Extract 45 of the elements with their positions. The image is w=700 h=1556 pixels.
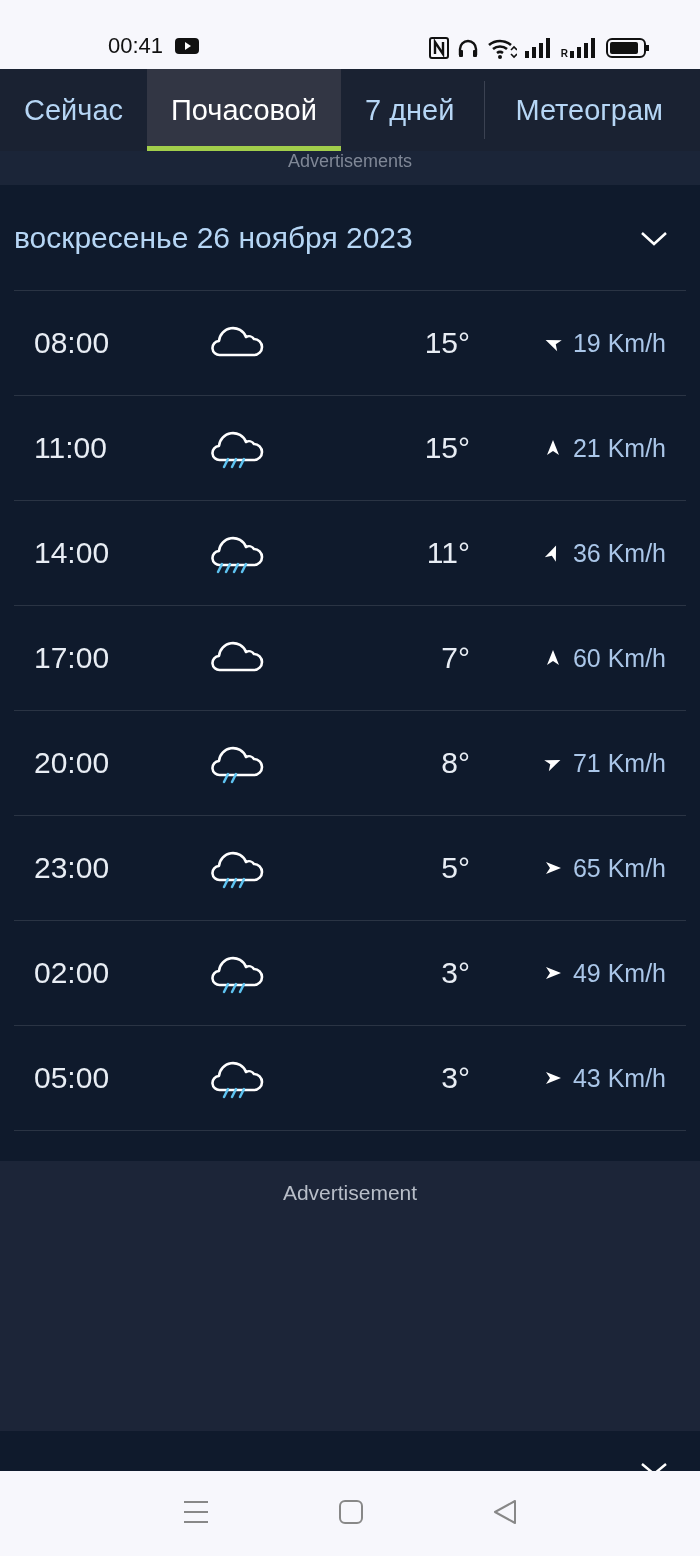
wind-speed: 49 Km/h bbox=[572, 958, 666, 988]
ad-label: Advertisements bbox=[287, 151, 413, 171]
tab[interactable]: Метеограм bbox=[491, 69, 688, 151]
temperature: 15° bbox=[423, 431, 470, 465]
temperature: 5° bbox=[440, 851, 470, 885]
signal-icon bbox=[570, 38, 598, 58]
hour-time: 23:00 bbox=[33, 851, 111, 885]
headphones-icon bbox=[456, 38, 479, 58]
chevron-icon[interactable] bbox=[640, 229, 668, 246]
temperature: 3° bbox=[440, 956, 470, 990]
temperature: 7° bbox=[440, 641, 470, 675]
tab[interactable]: 7 дней bbox=[340, 69, 479, 151]
wind-speed: 60 Km/h bbox=[572, 643, 666, 673]
back-icon[interactable] bbox=[493, 1498, 517, 1525]
chevron-icon[interactable] bbox=[640, 1463, 668, 1471]
hour-time: 11:00 bbox=[33, 431, 108, 465]
hour-time: 20:00 bbox=[33, 746, 111, 780]
signal-icon bbox=[524, 38, 553, 58]
status-time: 00:41 bbox=[108, 33, 164, 59]
hour-time: 05:00 bbox=[33, 1061, 111, 1095]
nfc-icon bbox=[428, 37, 449, 59]
wind-speed: 71 Km/h bbox=[572, 748, 666, 778]
hour-time: 02:00 bbox=[33, 956, 111, 990]
wind-speed: 21 Km/h bbox=[572, 433, 666, 463]
hour-time: 17:00 bbox=[33, 641, 111, 675]
wind-speed: 36 Km/h bbox=[572, 538, 666, 568]
ad-label: Advertisement bbox=[282, 1181, 418, 1206]
tab[interactable]: Почасовой bbox=[147, 69, 341, 151]
hour-time: 08:00 bbox=[33, 326, 111, 360]
temperature: 3° bbox=[440, 1061, 470, 1095]
wind-speed: 65 Km/h bbox=[572, 853, 666, 883]
wind-speed: 19 Km/h bbox=[572, 328, 666, 358]
temperature: 8° bbox=[440, 746, 470, 780]
temperature: 11° bbox=[425, 536, 470, 570]
hour-time: 14:00 bbox=[33, 536, 111, 570]
wind-speed: 43 Km/h bbox=[572, 1063, 666, 1093]
day-title: воскресенье 26 ноября 2023 bbox=[14, 220, 413, 255]
roaming-label: R bbox=[560, 48, 568, 59]
menu-icon[interactable] bbox=[183, 1499, 209, 1524]
home-icon[interactable] bbox=[339, 1499, 363, 1524]
video-app-icon bbox=[175, 37, 200, 55]
tab[interactable]: Сейчас bbox=[0, 69, 147, 151]
wifi-icon bbox=[486, 37, 517, 59]
battery-icon bbox=[606, 38, 650, 58]
temperature: 15° bbox=[423, 326, 470, 360]
